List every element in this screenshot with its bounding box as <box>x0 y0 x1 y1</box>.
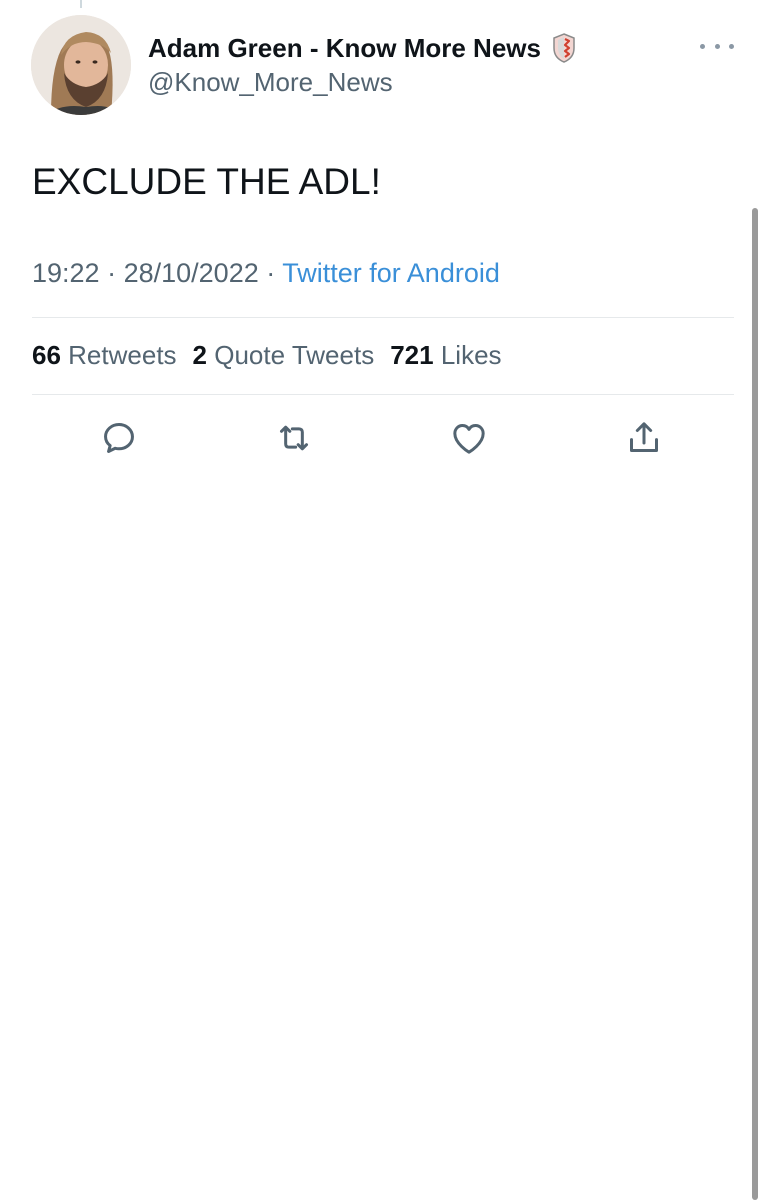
tweet-stats: 66 Retweets 2 Quote Tweets 721 Likes <box>32 340 518 371</box>
divider <box>32 394 734 395</box>
reply-icon <box>104 423 134 453</box>
shield-badge-icon <box>551 32 577 64</box>
tweet-text: EXCLUDE THE ADL! <box>32 161 381 202</box>
author-handle[interactable]: @Know_More_News <box>148 67 393 98</box>
likes-label: Likes <box>440 340 502 370</box>
more-options-icon[interactable] <box>700 36 734 56</box>
retweet-button[interactable] <box>274 418 314 458</box>
divider <box>32 317 734 318</box>
more-dot <box>714 43 720 49</box>
share-button[interactable] <box>624 418 664 458</box>
thread-connector-line <box>80 0 82 8</box>
like-icon <box>453 424 485 454</box>
quote-tweets-stat[interactable]: 2 Quote Tweets <box>193 340 375 371</box>
likes-count: 721 <box>390 340 434 370</box>
author-name-row: Adam Green - Know More News <box>148 30 577 66</box>
retweets-count: 66 <box>32 340 61 370</box>
meta-separator: · <box>107 258 124 288</box>
scrollbar[interactable] <box>752 208 758 1200</box>
retweets-label: Retweets <box>68 340 177 370</box>
retweet-icon <box>280 425 308 451</box>
more-dot <box>700 43 705 49</box>
meta-separator: · <box>266 258 283 288</box>
share-icon <box>630 422 658 452</box>
tweet-source-link[interactable]: Twitter for Android <box>282 258 500 288</box>
quote-tweets-count: 2 <box>192 340 208 370</box>
likes-stat[interactable]: 721 Likes <box>390 340 501 371</box>
avatar-image <box>31 15 131 115</box>
retweets-stat[interactable]: 66 Retweets <box>32 340 177 371</box>
tweet-meta: 19:22 · 28/10/2022 · Twitter for Android <box>32 258 500 289</box>
avatar[interactable] <box>31 15 131 115</box>
author-display-name[interactable]: Adam Green - Know More News <box>148 33 541 64</box>
reply-button[interactable] <box>99 418 139 458</box>
tweet-date[interactable]: 28/10/2022 <box>124 258 259 288</box>
more-dot <box>729 43 734 49</box>
like-button[interactable] <box>449 418 489 458</box>
quote-tweets-label: Quote Tweets <box>214 340 375 370</box>
tweet-time[interactable]: 19:22 <box>32 258 100 288</box>
